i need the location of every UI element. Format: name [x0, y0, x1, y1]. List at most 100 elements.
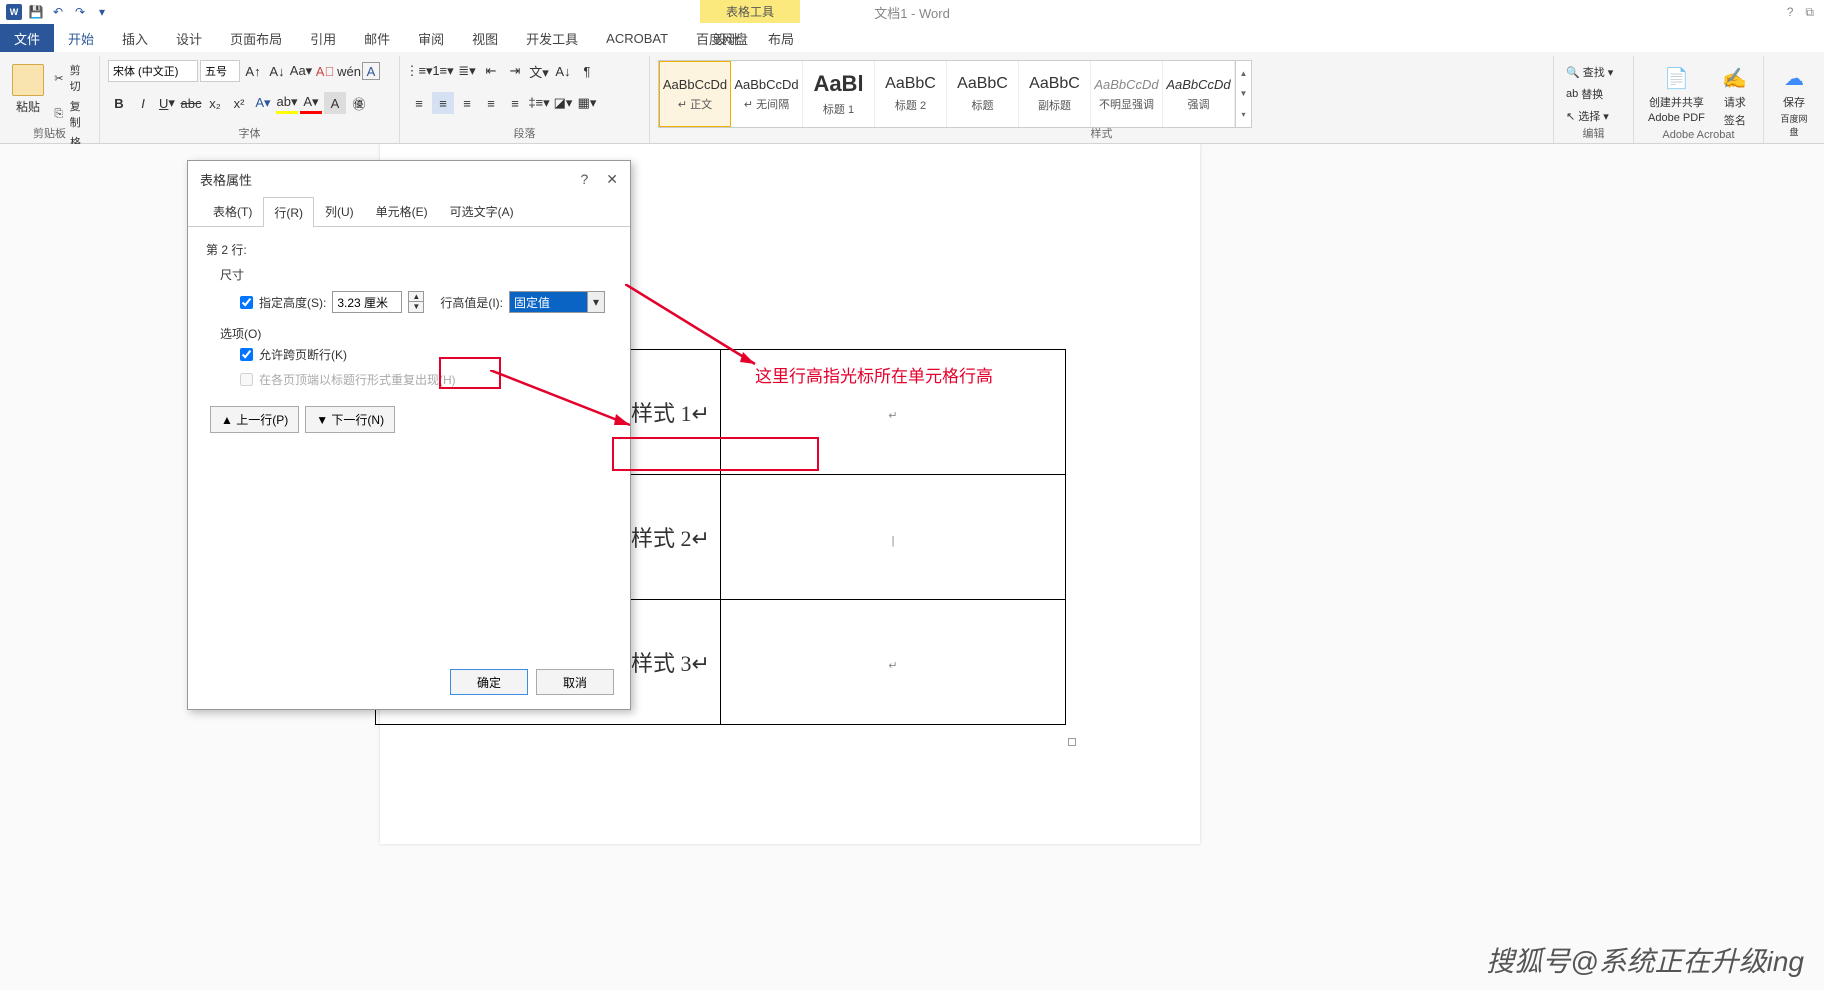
cancel-button[interactable]: 取消	[536, 669, 614, 695]
font-name-combo[interactable]	[108, 60, 198, 82]
cell-r3c2[interactable]: ↵	[721, 600, 1066, 725]
shading-button[interactable]: ◪▾	[552, 92, 574, 114]
show-marks-button[interactable]: ¶	[576, 60, 598, 82]
highlight-button[interactable]: ab▾	[276, 92, 298, 114]
style-no-spacing[interactable]: AaBbCcDd↵ 无间隔	[731, 61, 803, 127]
tab-file[interactable]: 文件	[0, 24, 54, 52]
underline-button[interactable]: U▾	[156, 92, 178, 114]
align-left-button[interactable]: ≡	[408, 92, 430, 114]
style-normal[interactable]: AaBbCcDd↵ 正文	[659, 61, 731, 127]
undo-icon[interactable]: ↶	[50, 4, 66, 20]
cell-r2c2[interactable]: |	[721, 475, 1066, 600]
save-icon[interactable]: 💾	[28, 4, 44, 20]
height-type-combo[interactable]: 固定值	[509, 291, 605, 313]
replace-button[interactable]: ab替换	[1562, 84, 1617, 104]
char-shading-button[interactable]: A	[324, 92, 346, 114]
tab-view[interactable]: 视图	[458, 24, 512, 52]
save-baidu-button[interactable]: ☁ 保存 百度网盘	[1772, 60, 1816, 142]
contextual-tab-title: 表格工具	[700, 0, 800, 23]
multilevel-button[interactable]: ≣▾	[456, 60, 478, 82]
align-center-button[interactable]: ≡	[432, 92, 454, 114]
italic-button[interactable]: I	[132, 92, 154, 114]
enclose-char-button[interactable]: ㊝	[348, 92, 370, 114]
increase-indent-button[interactable]: ⇥	[504, 60, 526, 82]
tab-insert[interactable]: 插入	[108, 24, 162, 52]
sort-button[interactable]: A↓	[552, 60, 574, 82]
qat-more-icon[interactable]: ▾	[94, 4, 110, 20]
distribute-button[interactable]: ≡	[504, 92, 526, 114]
text-direction-button[interactable]: 文▾	[528, 60, 550, 82]
dialog-close-icon[interactable]: ✕	[606, 171, 618, 188]
style-heading1[interactable]: AaBl标题 1	[803, 61, 875, 127]
superscript-button[interactable]: x²	[228, 92, 250, 114]
cloud-icon: ☁	[1780, 64, 1808, 92]
dlg-tab-row[interactable]: 行(R)	[263, 197, 314, 227]
tab-table-layout[interactable]: 布局	[754, 24, 808, 53]
bold-button[interactable]: B	[108, 92, 130, 114]
grow-font-button[interactable]: A↑	[242, 60, 264, 82]
dlg-tab-column[interactable]: 列(U)	[314, 196, 365, 226]
gallery-scroll[interactable]: ▲▼▾	[1235, 61, 1251, 127]
tab-review[interactable]: 审阅	[404, 24, 458, 52]
shrink-font-button[interactable]: A↓	[266, 60, 288, 82]
cut-button[interactable]: ✂剪切	[52, 62, 91, 94]
justify-button[interactable]: ≡	[480, 92, 502, 114]
tab-table-design[interactable]: 设计	[700, 24, 754, 53]
subscript-button[interactable]: x₂	[204, 92, 226, 114]
help-icon[interactable]: ?	[1787, 5, 1794, 20]
select-button[interactable]: ↖选择▾	[1562, 106, 1617, 126]
clear-format-button[interactable]: A⃠	[314, 60, 336, 82]
ok-button[interactable]: 确定	[450, 669, 528, 695]
style-heading2[interactable]: AaBbC标题 2	[875, 61, 947, 127]
change-case-button[interactable]: Aa▾	[290, 60, 312, 82]
tab-references[interactable]: 引用	[296, 24, 350, 52]
request-sign-button[interactable]: ✍ 请求 签名	[1715, 60, 1755, 132]
adobe-label: Adobe Acrobat	[1634, 129, 1763, 141]
style-title[interactable]: AaBbC标题	[947, 61, 1019, 127]
tab-layout[interactable]: 页面布局	[216, 24, 296, 52]
copy-icon: ⎘	[52, 107, 66, 121]
dlg-tab-table[interactable]: 表格(T)	[202, 196, 263, 226]
borders-button[interactable]: ▦▾	[576, 92, 598, 114]
prev-row-button[interactable]: ▲ 上一行(P)	[210, 406, 299, 433]
find-button[interactable]: 🔍查找▾	[1562, 62, 1617, 82]
scissors-icon: ✂	[52, 71, 66, 85]
dialog-help-icon[interactable]: ?	[580, 171, 588, 188]
numbering-button[interactable]: 1≡▾	[432, 60, 454, 82]
style-subtle-emphasis[interactable]: AaBbCcDd不明显强调	[1091, 61, 1163, 127]
redo-icon[interactable]: ↷	[72, 4, 88, 20]
watermark: 搜狐号@系统正在升级ing	[1486, 940, 1804, 980]
style-emphasis[interactable]: AaBbCcDd强调	[1163, 61, 1235, 127]
strikethrough-button[interactable]: abc	[180, 92, 202, 114]
line-spacing-button[interactable]: ‡≡▾	[528, 92, 550, 114]
restore-icon[interactable]: ⧉	[1805, 5, 1814, 20]
bullets-button[interactable]: ⋮≡▾	[408, 60, 430, 82]
text-effects-button[interactable]: A▾	[252, 92, 274, 114]
allow-break-checkbox[interactable]	[240, 348, 253, 361]
next-row-button[interactable]: ▼ 下一行(N)	[305, 406, 395, 433]
tab-acrobat[interactable]: ACROBAT	[592, 24, 682, 52]
decrease-indent-button[interactable]: ⇤	[480, 60, 502, 82]
style-subtitle[interactable]: AaBbC副标题	[1019, 61, 1091, 127]
align-right-button[interactable]: ≡	[456, 92, 478, 114]
dlg-tab-alt[interactable]: 可选文字(A)	[439, 196, 525, 226]
sign-icon: ✍	[1721, 64, 1749, 92]
phonetic-button[interactable]: wén	[338, 60, 360, 82]
word-icon: W	[6, 4, 22, 20]
font-color-button[interactable]: A▾	[300, 92, 322, 114]
height-spinner[interactable]: ▲▼	[408, 291, 424, 313]
dialog-title: 表格属性	[200, 170, 252, 189]
tab-developer[interactable]: 开发工具	[512, 24, 592, 52]
create-pdf-button[interactable]: 📄 创建并共享 Adobe PDF	[1642, 60, 1711, 128]
tab-design[interactable]: 设计	[162, 24, 216, 52]
tab-home[interactable]: 开始	[54, 24, 108, 52]
tab-mailings[interactable]: 邮件	[350, 24, 404, 52]
dlg-tab-cell[interactable]: 单元格(E)	[365, 196, 439, 226]
styles-gallery[interactable]: AaBbCcDd↵ 正文 AaBbCcDd↵ 无间隔 AaBl标题 1 AaBb…	[658, 60, 1252, 128]
specify-height-checkbox[interactable]	[240, 296, 253, 309]
font-size-combo[interactable]	[200, 60, 240, 82]
paste-button[interactable]: 粘贴	[8, 60, 48, 119]
height-value-input[interactable]	[332, 291, 402, 313]
table-resize-handle[interactable]	[1068, 738, 1076, 746]
char-border-button[interactable]: A	[362, 62, 380, 80]
